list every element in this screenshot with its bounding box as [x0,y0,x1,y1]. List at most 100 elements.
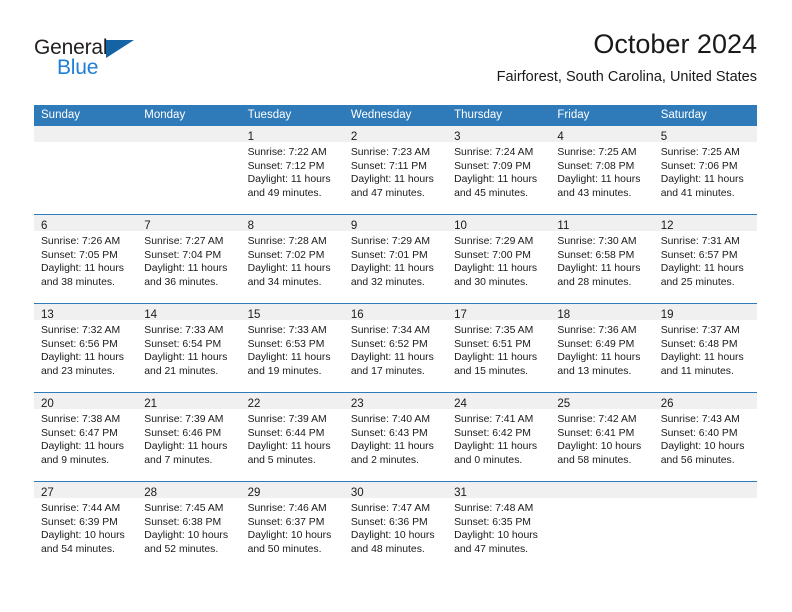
day-number-band: 6 [34,215,138,232]
sunrise-text: Sunrise: 7:36 AM [557,325,637,336]
day-cell-empty [653,482,757,570]
day-number: 30 [350,487,364,499]
daylight-text-line2: and 2 minutes. [350,454,420,466]
day-cell[interactable]: 5 Sunrise: 7:25 AM Sunset: 7:06 PM Daylight… [653,126,757,214]
day-number-band: 12 [653,215,757,232]
day-cell[interactable]: 27 Sunrise: 7:44 AM Sunset: 6:39 PM Dayligh… [34,482,138,570]
day-cell[interactable]: 17 Sunrise: 7:35 AM Sunset: 6:51 PM Dayligh… [447,304,551,392]
day-number: 2 [350,131,358,143]
day-number: 31 [454,487,467,499]
day-cell[interactable]: 6 Sunrise: 7:26 AM Sunset: 7:05 PM Daylight… [34,215,138,303]
daylight-text-line1: Daylight: 11 hours [350,174,434,186]
day-cell[interactable]: 13 Sunrise: 7:32 AM Sunset: 6:56 PM Dayligh… [34,304,138,392]
day-cell[interactable]: 7 Sunrise: 7:27 AM Sunset: 7:04 PM Daylight… [137,215,241,303]
day-cell[interactable]: 11 Sunrise: 7:30 AM Sunset: 6:58 PM Dayligh… [550,215,654,303]
sunset-text: Sunset: 6:52 PM [350,338,428,350]
sunset-text: Sunset: 6:58 PM [557,249,635,261]
day-cell[interactable]: 8 Sunrise: 7:28 AM Sunset: 7:02 PM Daylight… [240,215,344,303]
sunset-text: Sunset: 6:41 PM [557,427,635,439]
sunrise-text: Sunrise: 7:37 AM [660,325,740,336]
day-number-band: 24 [447,393,551,410]
day-details: Sunrise: 7:48 AM Sunset: 6:35 PM Daylight:… [447,498,550,556]
day-number: 9 [350,220,358,232]
day-number: 28 [144,487,158,499]
day-details: Sunrise: 7:41 AM Sunset: 6:42 PM Daylight:… [447,409,550,467]
day-details: Sunrise: 7:34 AM Sunset: 6:52 PM Daylight:… [344,320,447,378]
day-number-band [653,482,757,498]
day-cell[interactable]: 12 Sunrise: 7:31 AM Sunset: 6:57 PM Dayligh… [653,215,757,303]
day-number-band: 5 [653,126,757,143]
day-number: 16 [350,309,364,321]
day-cell[interactable]: 21 Sunrise: 7:39 AM Sunset: 6:46 PM Dayligh… [137,393,241,481]
weekday-header-thursday: Thursday [454,109,503,121]
day-cell[interactable]: 1 Sunrise: 7:22 AM Sunset: 7:12 PM Daylight… [240,126,344,214]
sunset-text: Sunset: 6:54 PM [144,338,222,350]
sunrise-text: Sunrise: 7:47 AM [350,503,430,514]
title-block: October 2024 Fairforest, South Carolina,… [497,28,757,86]
daylight-text-line1: Daylight: 11 hours [247,441,331,453]
daylight-text-line1: Daylight: 10 hours [350,530,435,542]
day-cell-empty [34,126,138,214]
day-details: Sunrise: 7:28 AM Sunset: 7:02 PM Daylight:… [241,231,344,289]
day-number: 15 [247,309,261,321]
day-cell[interactable]: 22 Sunrise: 7:39 AM Sunset: 6:44 PM Dayligh… [240,393,344,481]
sunrise-text: Sunrise: 7:45 AM [144,503,224,514]
day-details: Sunrise: 7:39 AM Sunset: 6:46 PM Daylight:… [137,409,240,467]
day-cell[interactable]: 29 Sunrise: 7:46 AM Sunset: 6:37 PM Dayligh… [240,482,344,570]
day-number: 24 [454,398,467,410]
day-number-band: 8 [240,215,344,232]
sunrise-text: Sunrise: 7:40 AM [350,414,430,425]
day-number-band: 19 [653,304,757,321]
day-number-band: 17 [447,304,551,321]
day-cell[interactable]: 4 Sunrise: 7:25 AM Sunset: 7:08 PM Daylight… [550,126,654,214]
day-cell[interactable]: 26 Sunrise: 7:43 AM Sunset: 6:40 PM Dayligh… [653,393,757,481]
daylight-text-line1: Daylight: 11 hours [660,352,744,364]
daylight-text-line1: Daylight: 11 hours [557,263,641,275]
day-cell[interactable]: 15 Sunrise: 7:33 AM Sunset: 6:53 PM Dayligh… [240,304,344,392]
day-cell[interactable]: 14 Sunrise: 7:33 AM Sunset: 6:54 PM Dayligh… [137,304,241,392]
day-number-band: 4 [550,126,654,143]
day-cell[interactable]: 10 Sunrise: 7:29 AM Sunset: 7:00 PM Dayligh… [447,215,551,303]
day-cell[interactable]: 28 Sunrise: 7:45 AM Sunset: 6:38 PM Dayligh… [137,482,241,570]
day-details [34,142,137,146]
sunset-text: Sunset: 6:46 PM [144,427,222,439]
daylight-text-line1: Daylight: 11 hours [41,352,124,364]
day-cell[interactable]: 31 Sunrise: 7:48 AM Sunset: 6:35 PM Dayligh… [447,482,551,570]
daylight-text-line2: and 19 minutes. [247,365,322,377]
day-number: 17 [454,309,467,321]
day-number-band: 7 [137,215,241,232]
daylight-text-line2: and 13 minutes. [557,365,632,377]
day-details: Sunrise: 7:22 AM Sunset: 7:12 PM Daylight:… [241,142,344,200]
day-cell[interactable]: 20 Sunrise: 7:38 AM Sunset: 6:47 PM Dayligh… [34,393,138,481]
day-cell[interactable]: 30 Sunrise: 7:47 AM Sunset: 6:36 PM Dayligh… [343,482,448,570]
day-cell[interactable]: 19 Sunrise: 7:37 AM Sunset: 6:48 PM Dayligh… [653,304,757,392]
daylight-text-line1: Daylight: 11 hours [454,174,538,186]
daylight-text-line1: Daylight: 10 hours [557,441,642,453]
day-cell[interactable]: 23 Sunrise: 7:40 AM Sunset: 6:43 PM Dayligh… [343,393,448,481]
day-number: 13 [41,309,54,321]
calendar-grid: Sunday Monday Tuesday Wednesday Thursday… [34,105,757,570]
day-cell[interactable]: 24 Sunrise: 7:41 AM Sunset: 6:42 PM Dayligh… [447,393,551,481]
sunrise-text: Sunrise: 7:46 AM [247,503,327,514]
sunrise-text: Sunrise: 7:27 AM [144,236,224,247]
day-cell[interactable]: 2 Sunrise: 7:23 AM Sunset: 7:11 PM Daylight… [343,126,448,214]
day-details: Sunrise: 7:31 AM Sunset: 6:57 PM Daylight:… [654,231,757,289]
weekday-header-sunday: Sunday [41,109,81,121]
day-number: 19 [660,309,674,321]
sunset-text: Sunset: 6:38 PM [144,516,222,528]
day-number: 20 [41,398,54,410]
daylight-text-line2: and 43 minutes. [557,187,632,199]
day-cell[interactable]: 9 Sunrise: 7:29 AM Sunset: 7:01 PM Daylight… [343,215,448,303]
day-number-band: 13 [34,304,138,321]
day-details: Sunrise: 7:25 AM Sunset: 7:08 PM Daylight:… [550,142,653,200]
day-cell[interactable]: 3 Sunrise: 7:24 AM Sunset: 7:09 PM Daylight… [447,126,551,214]
day-number: 23 [350,398,364,410]
general-blue-logo[interactable]: General Blue [34,36,184,88]
daylight-text-line2: and 23 minutes. [41,365,115,377]
daylight-text-line2: and 45 minutes. [454,187,529,199]
day-cell[interactable]: 25 Sunrise: 7:42 AM Sunset: 6:41 PM Dayligh… [550,393,654,481]
day-cell[interactable]: 16 Sunrise: 7:34 AM Sunset: 6:52 PM Dayligh… [343,304,448,392]
day-cell[interactable]: 18 Sunrise: 7:36 AM Sunset: 6:49 PM Dayligh… [550,304,654,392]
day-details: Sunrise: 7:38 AM Sunset: 6:47 PM Daylight:… [34,409,137,467]
weekday-header-wednesday: Wednesday [350,109,412,121]
